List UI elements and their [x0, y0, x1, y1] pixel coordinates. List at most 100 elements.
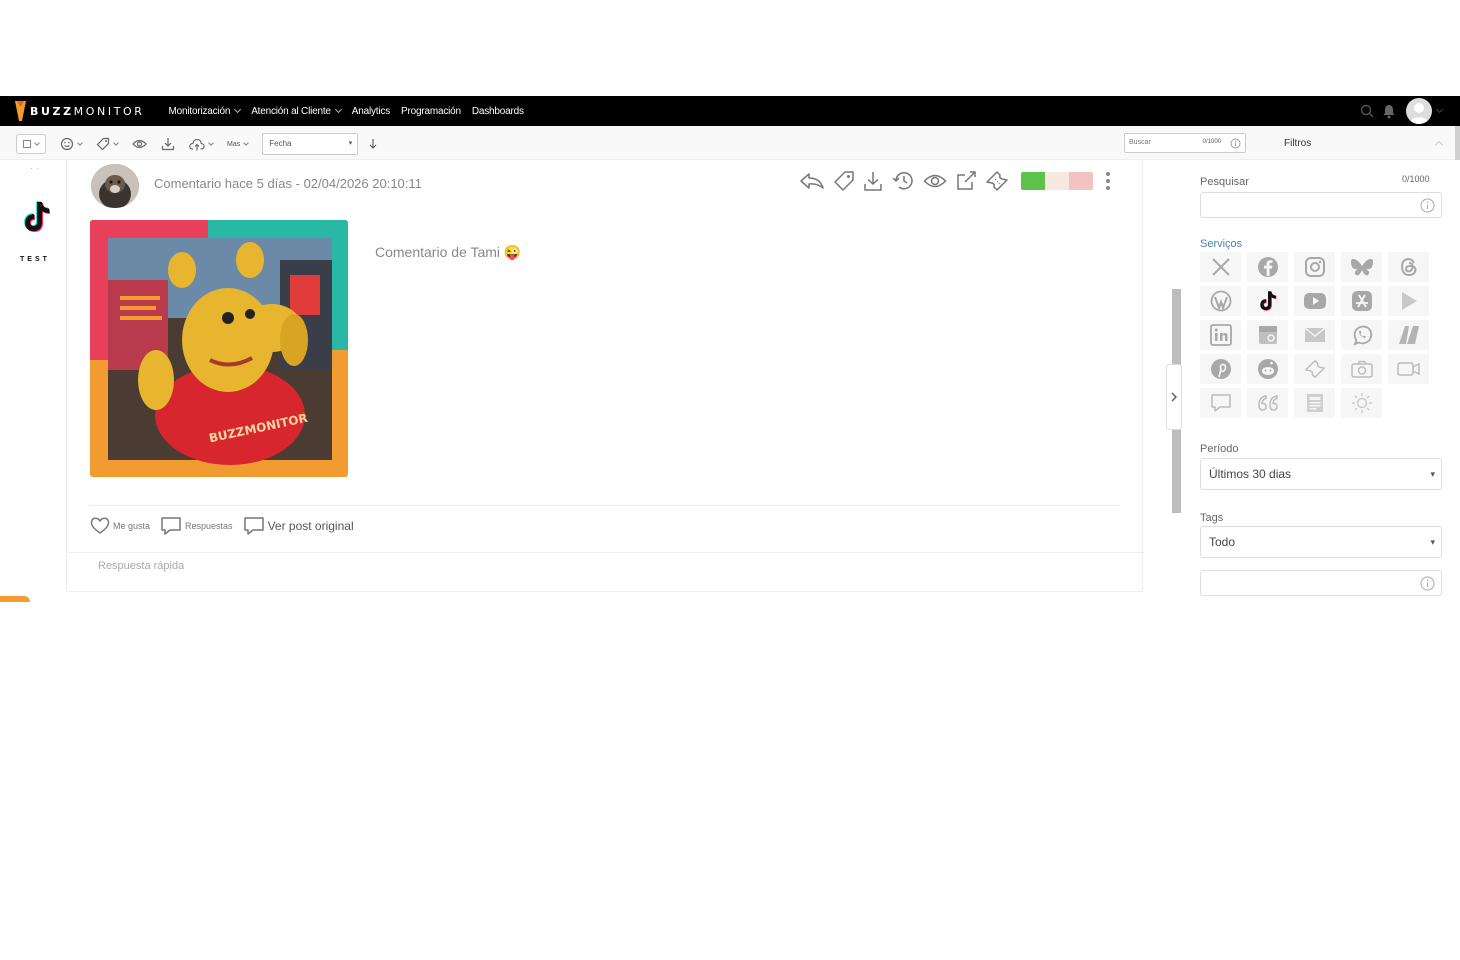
tag-icon[interactable] — [833, 170, 855, 192]
chat-icon — [1210, 394, 1231, 412]
more-vertical-icon[interactable] — [1105, 171, 1111, 191]
tag-button[interactable] — [96, 137, 119, 151]
wordpress-icon — [1210, 290, 1231, 312]
service-google-play[interactable] — [1388, 286, 1429, 316]
service-news[interactable] — [1294, 388, 1335, 418]
service-camera[interactable] — [1341, 354, 1382, 384]
service-google-business[interactable] — [1247, 320, 1288, 350]
service-video[interactable] — [1388, 354, 1429, 384]
sort-select-value: Fecha — [269, 139, 292, 148]
search-filter-label: Pesquisar — [1200, 176, 1249, 188]
service-chat[interactable] — [1200, 388, 1241, 418]
filters-title: Filtros — [1284, 138, 1312, 149]
ticket-icon[interactable] — [985, 170, 1009, 192]
collapse-filters-icon[interactable] — [1434, 140, 1444, 150]
chevron-down-icon — [34, 139, 40, 146]
reply-icon[interactable] — [799, 171, 825, 191]
service-ticket[interactable] — [1294, 354, 1335, 384]
service-sun[interactable] — [1341, 388, 1382, 418]
tiktok-icon[interactable] — [22, 200, 52, 234]
sentiment-neutral-button[interactable] — [1045, 172, 1069, 190]
post-divider — [90, 505, 1120, 506]
heart-icon — [90, 517, 110, 534]
sort-direction-icon[interactable] — [368, 138, 378, 150]
instagram-icon — [1304, 257, 1325, 277]
download-button[interactable] — [161, 137, 175, 151]
email-icon — [1304, 327, 1325, 342]
post-footer: Me gusta Respuestas Ver post original — [90, 516, 364, 536]
service-linkedin[interactable] — [1200, 320, 1241, 350]
toolbar-search-counter: 0/1000 — [1202, 139, 1221, 145]
smiley-icon — [60, 137, 74, 151]
service-reclame-aqui[interactable] — [1388, 320, 1429, 350]
user-avatar[interactable] — [1406, 98, 1432, 124]
author-avatar[interactable] — [91, 164, 139, 208]
reddit-icon — [1257, 359, 1278, 379]
account-rail: ·· TEST — [0, 160, 66, 602]
service-x[interactable] — [1200, 252, 1241, 282]
eye-icon[interactable] — [923, 172, 947, 190]
like-button[interactable]: Me gusta — [90, 517, 150, 535]
camera-icon — [1350, 360, 1373, 378]
history-icon[interactable] — [891, 170, 915, 192]
search-icon[interactable] — [1360, 104, 1374, 118]
quote-icon — [1257, 395, 1278, 411]
cloud-export-button[interactable] — [189, 138, 214, 151]
rail-dots-icon: ·· — [30, 164, 44, 173]
app-window: BUZZMONITOR Monitorización Atención al C… — [0, 96, 1460, 602]
nav-dashboards[interactable]: Dashboards — [472, 106, 524, 117]
reclame-aqui-icon — [1398, 326, 1419, 344]
services-label: Serviços — [1200, 238, 1243, 250]
nav-analytics[interactable]: Analytics — [352, 106, 390, 117]
nav-programacion[interactable]: Programación — [401, 106, 461, 117]
period-select[interactable]: Últimos 30 dias — [1200, 458, 1442, 490]
mascot-image: BUZZMONITOR — [90, 220, 348, 477]
service-quote[interactable] — [1247, 388, 1288, 418]
external-link-icon[interactable] — [955, 170, 977, 192]
service-bluesky[interactable] — [1341, 252, 1382, 282]
select-all-dropdown[interactable] — [16, 134, 46, 154]
sentiment-positive-button[interactable] — [1021, 172, 1045, 190]
service-wordpress[interactable] — [1200, 286, 1241, 316]
app-store-icon — [1351, 291, 1372, 311]
service-app-store[interactable] — [1341, 286, 1382, 316]
service-threads[interactable] — [1388, 252, 1429, 282]
search-filter-input[interactable] — [1200, 192, 1442, 218]
service-reddit[interactable] — [1247, 354, 1288, 384]
page-scrollbar[interactable] — [1455, 126, 1460, 160]
bell-icon[interactable] — [1382, 104, 1396, 119]
chevron-down-icon[interactable] — [1435, 105, 1444, 114]
help-tab[interactable] — [0, 596, 30, 602]
nav-monitorizacion[interactable]: Monitorización — [169, 106, 242, 117]
sentiment-button[interactable] — [60, 137, 83, 151]
more-actions-button[interactable]: Mas — [227, 139, 250, 148]
service-tiktok[interactable] — [1247, 286, 1288, 316]
tags-select[interactable]: Todo — [1200, 526, 1442, 558]
tiktok-icon — [1259, 291, 1276, 311]
service-instagram[interactable] — [1294, 252, 1335, 282]
facebook-icon — [1257, 257, 1278, 277]
post-media[interactable]: BUZZMONITOR — [90, 220, 348, 477]
brand-logo[interactable]: BUZZMONITOR — [15, 101, 145, 121]
service-pinterest[interactable] — [1200, 354, 1241, 384]
toggle-filters-button[interactable] — [1166, 364, 1182, 430]
like-label: Me gusta — [113, 521, 151, 531]
view-original-label: Ver post original — [267, 519, 354, 533]
period-select-value: Últimos 30 dias — [1209, 467, 1292, 481]
service-facebook[interactable] — [1247, 252, 1288, 282]
quick-reply-input[interactable]: Respuesta rápida — [98, 560, 184, 572]
chevron-down-icon — [208, 139, 214, 146]
sentiment-negative-button[interactable] — [1069, 172, 1093, 190]
nav-atencion-cliente[interactable]: Atención al Cliente — [251, 106, 342, 117]
post-meta: Comentario hace 5 días - 02/04/2026 20:1… — [154, 176, 422, 191]
service-email[interactable] — [1294, 320, 1335, 350]
extra-filter-input[interactable] — [1200, 570, 1442, 596]
mark-read-button[interactable] — [132, 138, 147, 150]
sort-select[interactable]: Fecha — [262, 133, 359, 155]
view-original-button[interactable]: Ver post original — [243, 516, 354, 536]
service-whatsapp[interactable] — [1341, 320, 1382, 350]
toolbar-search-input[interactable] — [1129, 139, 1199, 146]
replies-button[interactable]: Respuestas — [160, 516, 233, 536]
service-youtube[interactable] — [1294, 286, 1335, 316]
download-icon[interactable] — [863, 170, 883, 192]
